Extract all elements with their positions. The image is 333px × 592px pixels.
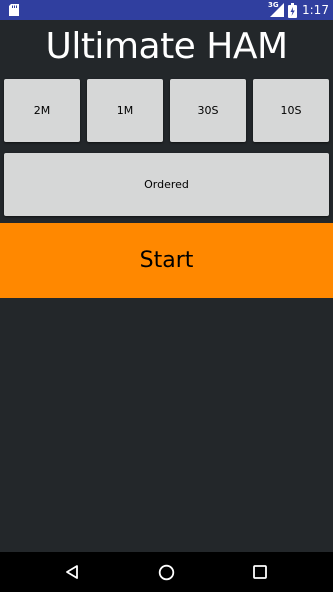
home-icon[interactable] bbox=[158, 564, 175, 581]
start-button[interactable]: Start bbox=[0, 223, 333, 298]
duration-1m-button[interactable]: 1M bbox=[87, 79, 163, 142]
duration-30s-button[interactable]: 30S bbox=[170, 79, 246, 142]
app-title: Ultimate HAM bbox=[45, 26, 288, 67]
status-bar: 3G 1:17 bbox=[0, 0, 333, 20]
ordered-mode-button[interactable]: Ordered bbox=[4, 153, 329, 216]
sd-card-icon bbox=[9, 4, 19, 16]
signal-icon bbox=[270, 3, 284, 17]
navigation-bar bbox=[0, 552, 333, 592]
duration-10s-button[interactable]: 10S bbox=[253, 79, 329, 142]
status-time: 1:17 bbox=[302, 3, 329, 17]
app-screen: 3G 1:17 Ultimate HAM 2M 1M 30S 10S Order… bbox=[0, 0, 333, 592]
duration-2m-button[interactable]: 2M bbox=[4, 79, 80, 142]
battery-icon bbox=[288, 3, 297, 18]
back-icon[interactable] bbox=[64, 564, 80, 580]
recents-icon[interactable] bbox=[253, 565, 267, 579]
